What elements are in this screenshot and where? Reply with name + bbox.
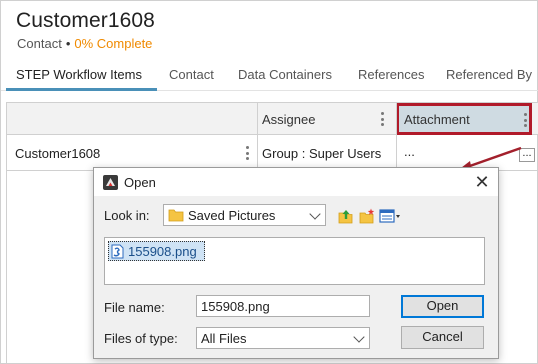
list-item[interactable]: 155908.png (108, 241, 205, 261)
completion-status: 0% Complete (74, 36, 153, 51)
tab-bar: STEP Workflow Items Contact Data Contain… (1, 59, 538, 91)
look-in-value: Saved Pictures (188, 208, 276, 223)
page-subtitle: Contact • 0% Complete (17, 36, 152, 51)
dialog-title: Open (124, 175, 156, 190)
java-app-icon (103, 175, 118, 190)
look-in-dropdown[interactable]: Saved Pictures (163, 204, 326, 226)
attachment-column-menu-icon[interactable] (523, 113, 527, 127)
column-header-attachment-highlighted[interactable]: Attachment (396, 103, 532, 135)
tab-data-containers[interactable]: Data Containers (238, 67, 332, 82)
file-list[interactable]: 155908.png (104, 237, 485, 285)
new-folder-icon[interactable] (359, 208, 375, 224)
close-icon[interactable]: ✕ (470, 171, 494, 193)
up-one-level-icon[interactable] (338, 208, 354, 224)
file-name-label: File name: (104, 300, 165, 315)
row-attachment-cell[interactable]: ... (404, 144, 415, 159)
active-tab-indicator (6, 88, 157, 91)
cancel-button[interactable]: Cancel (401, 326, 484, 349)
look-in-label: Look in: (104, 208, 150, 223)
object-type-label: Contact (17, 36, 62, 51)
tab-references[interactable]: References (358, 67, 424, 82)
assignee-column-menu-icon[interactable] (380, 112, 384, 126)
chevron-down-icon (353, 331, 365, 343)
file-name-field[interactable]: 155908.png (196, 295, 370, 317)
chevron-down-icon (309, 208, 321, 220)
page-header: Customer1608 Contact • 0% Complete (1, 1, 538, 59)
row-assignee-cell: Group : Super Users (262, 146, 382, 161)
open-button[interactable]: Open (401, 295, 484, 318)
tab-step-workflow-items[interactable]: STEP Workflow Items (16, 67, 142, 82)
files-of-type-label: Files of type: (104, 331, 178, 346)
files-of-type-value: All Files (201, 331, 247, 346)
row-menu-icon[interactable] (245, 146, 249, 160)
separator-dot: • (65, 36, 71, 51)
dialog-title-bar[interactable]: Open ✕ (94, 168, 498, 196)
folder-icon (168, 209, 184, 222)
column-header-attachment: Attachment (404, 112, 470, 127)
open-file-dialog: Open ✕ Look in: Saved Pictures 155908.pn… (93, 167, 499, 359)
image-file-icon (111, 244, 124, 259)
file-name-value: 155908.png (201, 299, 270, 314)
file-name: 155908.png (128, 244, 197, 259)
tab-referenced-by[interactable]: Referenced By (446, 67, 532, 82)
page-title: Customer1608 (16, 9, 155, 32)
tab-contact[interactable]: Contact (169, 67, 214, 82)
column-header-assignee[interactable]: Assignee (262, 112, 315, 127)
row-name-cell: Customer1608 (15, 146, 101, 161)
dialog-body: Look in: Saved Pictures 155908.png File … (94, 196, 498, 358)
view-menu-icon[interactable] (379, 208, 401, 224)
files-of-type-dropdown[interactable]: All Files (196, 327, 370, 349)
grid-header-row: Assignee Attachment (7, 103, 538, 135)
